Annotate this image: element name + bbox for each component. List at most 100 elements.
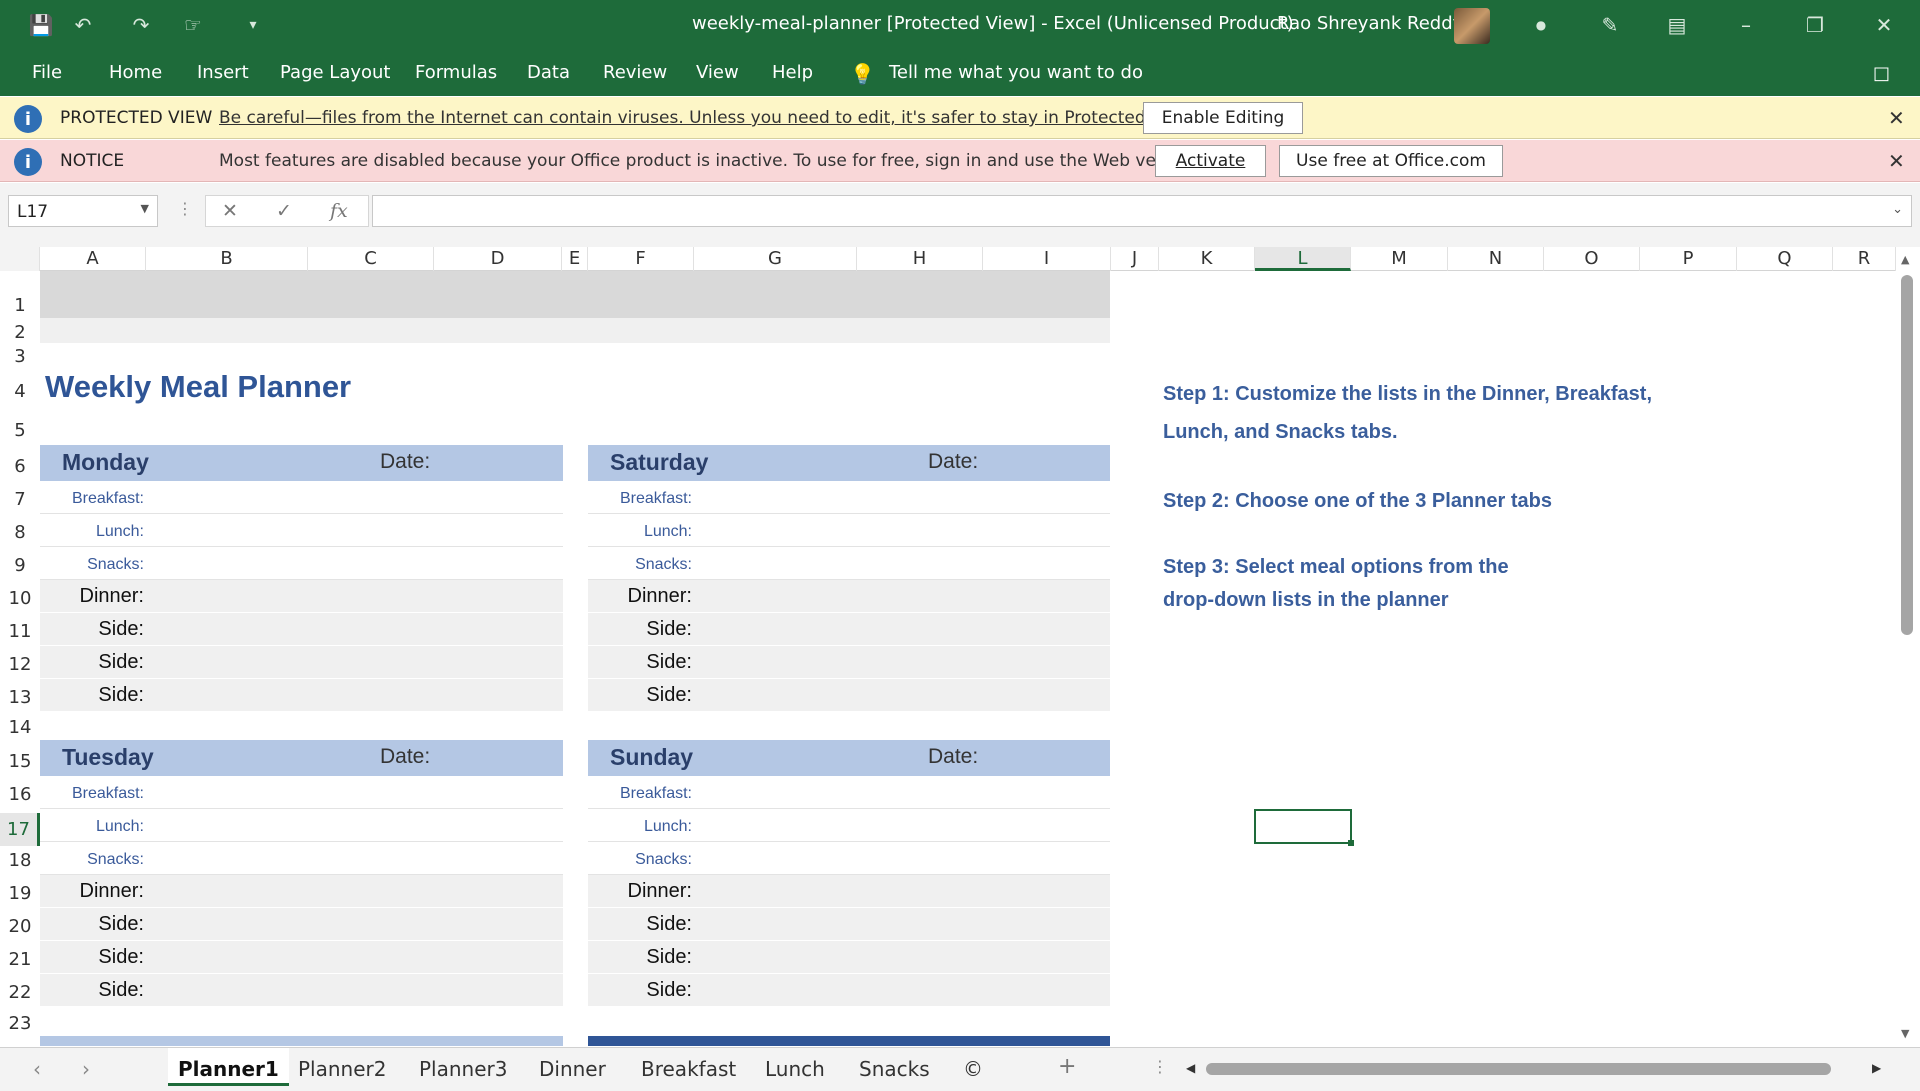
- meal-row-side[interactable]: Side:: [40, 679, 563, 712]
- col-header-r[interactable]: R: [1833, 247, 1896, 271]
- row-header-3[interactable]: 3: [0, 346, 40, 367]
- tell-me-search[interactable]: Tell me what you want to do: [889, 62, 1143, 83]
- scroll-left-icon[interactable]: ◀: [1186, 1061, 1195, 1075]
- row-header-2[interactable]: 2: [0, 322, 40, 343]
- row-header-5[interactable]: 5: [0, 420, 40, 441]
- menu-page-layout[interactable]: Page Layout: [280, 62, 391, 83]
- col-header-m[interactable]: M: [1351, 247, 1448, 271]
- col-header-q[interactable]: Q: [1737, 247, 1833, 271]
- step-3-text[interactable]: Step 3: Select meal options from the: [1163, 556, 1509, 579]
- col-header-k[interactable]: K: [1159, 247, 1255, 271]
- prev-sheet-icon[interactable]: ‹: [33, 1057, 41, 1081]
- tab-snacks[interactable]: Snacks: [859, 1057, 930, 1081]
- tab-options-icon[interactable]: ⋮: [1152, 1057, 1168, 1076]
- worksheet[interactable]: Weekly Meal Planner Monday Date: Breakfa…: [40, 271, 1890, 1046]
- meal-row-snacks[interactable]: Snacks:: [40, 842, 563, 875]
- meal-row-breakfast[interactable]: Breakfast:: [40, 481, 563, 514]
- menu-home[interactable]: Home: [109, 62, 162, 83]
- tab-planner3[interactable]: Planner3: [419, 1057, 507, 1081]
- next-sheet-icon[interactable]: ›: [82, 1057, 90, 1081]
- day-header-saturday[interactable]: Saturday Date:: [588, 445, 1110, 481]
- scroll-down-icon[interactable]: ▼: [1901, 1027, 1909, 1040]
- meal-row-breakfast[interactable]: Breakfast:: [588, 481, 1110, 514]
- tab-planner2[interactable]: Planner2: [298, 1057, 386, 1081]
- row-header-8[interactable]: 8: [0, 522, 40, 543]
- day-header-tuesday[interactable]: Tuesday Date:: [40, 740, 563, 776]
- tab-breakfast[interactable]: Breakfast: [641, 1057, 736, 1081]
- expand-formula-icon[interactable]: ⌄: [1892, 202, 1903, 217]
- meal-row-side[interactable]: Side:: [588, 613, 1110, 646]
- row-header-13[interactable]: 13: [0, 687, 40, 708]
- col-header-p[interactable]: P: [1640, 247, 1737, 271]
- col-header-j[interactable]: J: [1111, 247, 1159, 271]
- meal-row-dinner[interactable]: Dinner:: [588, 580, 1110, 613]
- row-header-4[interactable]: 4: [0, 381, 40, 402]
- row-header-6[interactable]: 6: [0, 456, 40, 477]
- undo-icon[interactable]: ↶: [70, 12, 96, 38]
- scroll-up-icon[interactable]: ▲: [1901, 253, 1909, 266]
- select-all-corner[interactable]: [0, 247, 40, 271]
- chevron-down-icon[interactable]: ▼: [141, 202, 149, 215]
- col-header-l[interactable]: L: [1255, 247, 1351, 271]
- page-title[interactable]: Weekly Meal Planner: [45, 369, 351, 405]
- ribbon-display-icon[interactable]: ▤: [1664, 12, 1690, 38]
- meal-row-side[interactable]: Side:: [40, 646, 563, 679]
- col-header-f[interactable]: F: [588, 247, 694, 271]
- meal-row-snacks[interactable]: Snacks:: [40, 547, 563, 580]
- meal-row-dinner[interactable]: Dinner:: [588, 875, 1110, 908]
- menu-review[interactable]: Review: [603, 62, 667, 83]
- row-header-16[interactable]: 16: [0, 784, 40, 805]
- meal-row-side[interactable]: Side:: [40, 974, 563, 1007]
- add-sheet-icon[interactable]: +: [1058, 1054, 1076, 1079]
- meal-row-breakfast[interactable]: Breakfast:: [40, 776, 563, 809]
- row-header-17[interactable]: 17: [0, 813, 40, 846]
- menu-view[interactable]: View: [696, 62, 739, 83]
- menu-help[interactable]: Help: [772, 62, 813, 83]
- row-header-19[interactable]: 19: [0, 883, 40, 904]
- meal-row-snacks[interactable]: Snacks:: [588, 547, 1110, 580]
- name-box[interactable]: L17 ▼: [8, 195, 158, 227]
- vertical-scrollbar[interactable]: ▲ ▼: [1896, 247, 1920, 1047]
- menu-formulas[interactable]: Formulas: [415, 62, 497, 83]
- save-icon[interactable]: 💾: [28, 12, 54, 38]
- col-header-b[interactable]: B: [146, 247, 308, 271]
- col-header-d[interactable]: D: [434, 247, 562, 271]
- day-header-monday[interactable]: Monday Date:: [40, 445, 563, 481]
- comments-icon[interactable]: □: [1873, 63, 1890, 84]
- avatar[interactable]: [1454, 8, 1490, 44]
- pen-icon[interactable]: ✎: [1597, 12, 1623, 38]
- step-3-text-cont[interactable]: drop-down lists in the planner: [1163, 589, 1449, 612]
- row-header-22[interactable]: 22: [0, 982, 40, 1003]
- col-header-n[interactable]: N: [1448, 247, 1544, 271]
- row-header-10[interactable]: 10: [0, 588, 40, 609]
- menu-insert[interactable]: Insert: [197, 62, 249, 83]
- meal-row-side[interactable]: Side:: [40, 613, 563, 646]
- row-header-9[interactable]: 9: [0, 555, 40, 576]
- tab-planner1[interactable]: Planner1: [168, 1048, 289, 1086]
- more-options-icon[interactable]: ⋮: [177, 199, 193, 218]
- col-header-c[interactable]: C: [308, 247, 434, 271]
- touch-mode-icon[interactable]: ☞: [180, 12, 206, 38]
- col-header-h[interactable]: H: [857, 247, 983, 271]
- row-header-15[interactable]: 15: [0, 751, 40, 772]
- row-header-7[interactable]: 7: [0, 489, 40, 510]
- meal-row-side[interactable]: Side:: [40, 941, 563, 974]
- protected-view-message[interactable]: Be careful—files from the Internet can c…: [219, 108, 1195, 128]
- selected-cell-l17[interactable]: [1254, 809, 1354, 846]
- tab-copyright[interactable]: ©: [963, 1057, 983, 1081]
- close-notice-bar-icon[interactable]: ✕: [1888, 149, 1905, 173]
- restore-icon[interactable]: ❐: [1802, 12, 1828, 38]
- meal-row-dinner[interactable]: Dinner:: [40, 875, 563, 908]
- enter-icon[interactable]: ✓: [276, 200, 292, 222]
- row-header-20[interactable]: 20: [0, 916, 40, 937]
- meal-row-side[interactable]: Side:: [588, 941, 1110, 974]
- row-header-12[interactable]: 12: [0, 654, 40, 675]
- close-protected-bar-icon[interactable]: ✕: [1888, 106, 1905, 130]
- row-header-18[interactable]: 18: [0, 850, 40, 871]
- col-header-o[interactable]: O: [1544, 247, 1640, 271]
- menu-file[interactable]: File: [32, 62, 62, 83]
- row-header-11[interactable]: 11: [0, 621, 40, 642]
- col-header-a[interactable]: A: [40, 247, 146, 271]
- tab-dinner[interactable]: Dinner: [539, 1057, 606, 1081]
- meal-row-lunch[interactable]: Lunch:: [588, 514, 1110, 547]
